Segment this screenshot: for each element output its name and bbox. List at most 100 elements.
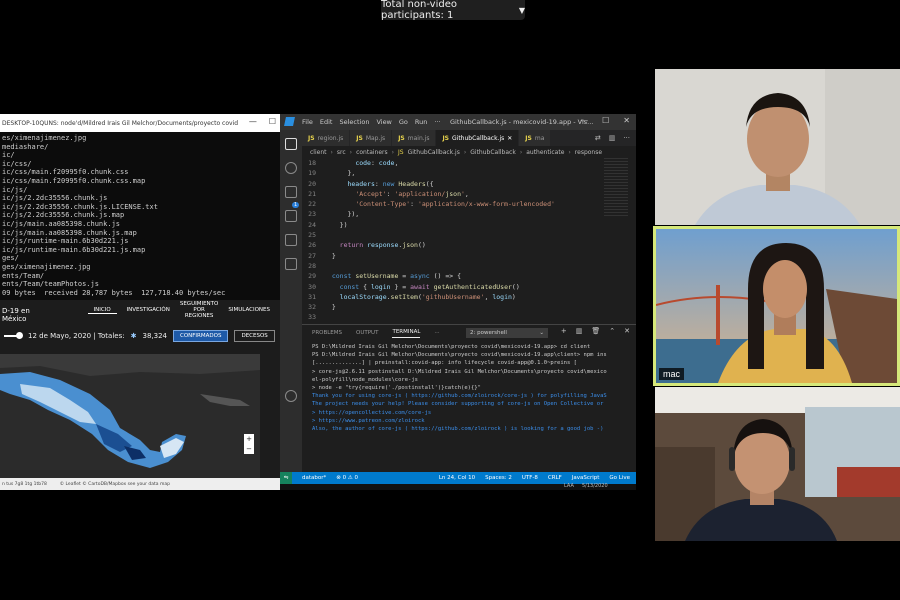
participant-video-3[interactable] — [655, 387, 900, 541]
nav-investigacion[interactable]: INVESTIGACIÓN — [127, 307, 170, 313]
line-number: 18 — [308, 159, 316, 167]
close-icon[interactable]: ✕ — [624, 327, 630, 335]
breadcrumb-item[interactable]: containers — [356, 149, 388, 156]
breadcrumb-item[interactable]: authenticate — [526, 149, 564, 156]
code-line[interactable]: 31 localStorage.setItem('githubUsername'… — [302, 292, 636, 302]
maximize-panel-icon[interactable]: ⌃ — [609, 327, 615, 335]
maximize-icon[interactable]: ☐ — [602, 116, 609, 125]
explorer-icon[interactable] — [285, 138, 297, 150]
split-terminal-icon[interactable]: ▥ — [576, 327, 583, 335]
menu-selection[interactable]: Selection — [339, 118, 369, 126]
nav-seguimiento[interactable]: SEGUIMIENTO POR REGIONES — [180, 301, 219, 319]
more-actions-icon[interactable]: ··· — [623, 134, 630, 142]
minimize-icon[interactable]: — — [249, 117, 257, 126]
code-line[interactable]: 23 }), — [302, 209, 636, 219]
new-terminal-icon[interactable]: + — [561, 327, 567, 335]
menu-run[interactable]: Run — [415, 118, 427, 126]
zoom-out-button[interactable]: − — [244, 444, 254, 454]
code-line[interactable]: 22 'Content-Type': 'application/x-www-fo… — [302, 199, 636, 209]
breadcrumb-item[interactable]: client — [310, 149, 326, 156]
code-line[interactable]: 20 headers: new Headers({ — [302, 179, 636, 189]
close-icon[interactable]: ✕ — [623, 116, 630, 125]
terminal-output[interactable]: PS D:\Mildred Irais Gil Melchor\Document… — [302, 341, 636, 471]
console-line: ges/ximenajimenez.jpg — [2, 262, 91, 271]
language-mode[interactable]: JavaScript — [572, 475, 600, 481]
tab-more[interactable]: ··· — [434, 330, 439, 336]
code-line[interactable]: 21 'Accept': 'application/json', — [302, 189, 636, 199]
confirmed-button[interactable]: CONFIRMADOS — [172, 330, 229, 342]
open-changes-icon[interactable]: ⇄ — [595, 134, 601, 142]
breadcrumb-item[interactable]: GithubCallback — [470, 149, 516, 156]
date-slider[interactable] — [4, 332, 23, 339]
minimize-icon[interactable]: — — [580, 116, 588, 125]
console-title: DESKTOP-10QUNS: node'd/Mildred Irais Gil… — [2, 119, 239, 127]
go-live-button[interactable]: Go Live — [609, 475, 630, 481]
console-line: ic/js/main.aa085398.chunk.js.map — [2, 228, 137, 237]
trash-icon[interactable]: 🗑 — [591, 327, 600, 335]
chevron-down-icon[interactable]: ▼ — [519, 6, 525, 15]
zoom-in-button[interactable]: + — [244, 434, 254, 444]
code-line[interactable]: 32 } — [302, 302, 636, 312]
code-line[interactable]: 26 return response.json() — [302, 240, 636, 250]
total-count: 38,324 — [142, 332, 167, 340]
remote-explorer-icon[interactable] — [285, 258, 297, 270]
participants-badge[interactable]: Total non-video participants: 1 ▼ — [381, 0, 525, 21]
line-ending[interactable]: CRLF — [548, 475, 562, 481]
tab-ma[interactable]: JS ma — [519, 130, 552, 146]
menu-file[interactable]: File — [302, 118, 313, 126]
menu-go[interactable]: Go — [399, 118, 408, 126]
map-attribution[interactable]: © Leaflet © CartoDB/Mapbox see your data… — [60, 482, 170, 487]
code-line[interactable]: 24 }) — [302, 220, 636, 230]
menu-edit[interactable]: Edit — [320, 118, 333, 126]
tab-region[interactable]: JS region.js — [302, 130, 351, 146]
tab-githubcallback[interactable]: JS GithubCallback.js ✕ — [436, 130, 520, 146]
deaths-button[interactable]: DECESOS — [234, 330, 275, 342]
code-line[interactable]: 33 — [302, 312, 636, 322]
extensions-icon[interactable] — [285, 234, 297, 246]
console-line: ic/js/2.2dc35556.chunk.js.LICENSE.txt — [2, 202, 158, 211]
scm-badge: 1 — [292, 202, 300, 208]
code-line[interactable]: 30 const { login } = await getAuthentica… — [302, 282, 636, 292]
gear-icon[interactable] — [285, 390, 297, 402]
keyboard-language[interactable]: LAA — [564, 483, 574, 489]
code-line[interactable]: 25 — [302, 230, 636, 240]
menu-more[interactable]: ··· — [434, 118, 440, 126]
choropleth-map[interactable] — [0, 354, 260, 478]
cursor-position[interactable]: Ln 24, Col 10 — [439, 475, 475, 481]
terminal-select[interactable]: 2: powershell ⌄ — [466, 328, 548, 338]
minimap[interactable] — [604, 158, 628, 218]
problems-count[interactable]: ⊗ 0 ⚠ 0 — [336, 475, 358, 481]
code-editor[interactable]: 18 code: code, 19 }, 20 headers: new Heade… — [302, 158, 636, 324]
tab-output[interactable]: OUTPUT — [356, 330, 378, 336]
code-line[interactable]: 27 } — [302, 251, 636, 261]
breadcrumb-item[interactable]: response — [575, 149, 602, 156]
participant-video-1[interactable] — [655, 69, 900, 225]
tab-map[interactable]: JS Map.js — [350, 130, 393, 146]
indentation[interactable]: Spaces: 2 — [485, 475, 512, 481]
git-branch[interactable]: databor* — [302, 475, 326, 481]
code-text: 'Content-Type': 'application/x-www-form-… — [355, 200, 555, 209]
code-line[interactable]: 19 }, — [302, 168, 636, 178]
menu-view[interactable]: View — [376, 118, 391, 126]
participant-video-2[interactable]: mac — [653, 226, 900, 386]
tab-label: region.js — [317, 134, 344, 142]
code-line[interactable]: 18 code: code, — [302, 158, 636, 168]
tab-terminal[interactable]: TERMINAL — [392, 329, 421, 338]
search-icon[interactable] — [285, 162, 297, 174]
tab-main[interactable]: JS main.js — [392, 130, 437, 146]
nav-simulaciones[interactable]: SIMULACIONES — [228, 307, 270, 313]
encoding[interactable]: UTF-8 — [522, 475, 538, 481]
split-editor-icon[interactable]: ▥ — [609, 134, 616, 142]
terminal-line: Also, the author of core-js ( https://gi… — [312, 426, 604, 433]
code-line[interactable]: 28 — [302, 261, 636, 271]
maximize-icon[interactable]: ☐ — [269, 117, 276, 126]
remote-icon[interactable]: ⇋ — [280, 472, 292, 484]
run-debug-icon[interactable] — [285, 210, 297, 222]
tab-problems[interactable]: PROBLEMS — [312, 330, 342, 336]
close-icon[interactable]: ✕ — [507, 135, 512, 142]
nav-inicio[interactable]: INICIO — [87, 307, 117, 314]
breadcrumb-item[interactable]: GithubCallback.js — [408, 149, 460, 156]
source-control-icon[interactable] — [285, 186, 297, 198]
code-line[interactable]: 29 const setUsername = async () => { — [302, 271, 636, 281]
breadcrumb-item[interactable]: src — [337, 149, 346, 156]
